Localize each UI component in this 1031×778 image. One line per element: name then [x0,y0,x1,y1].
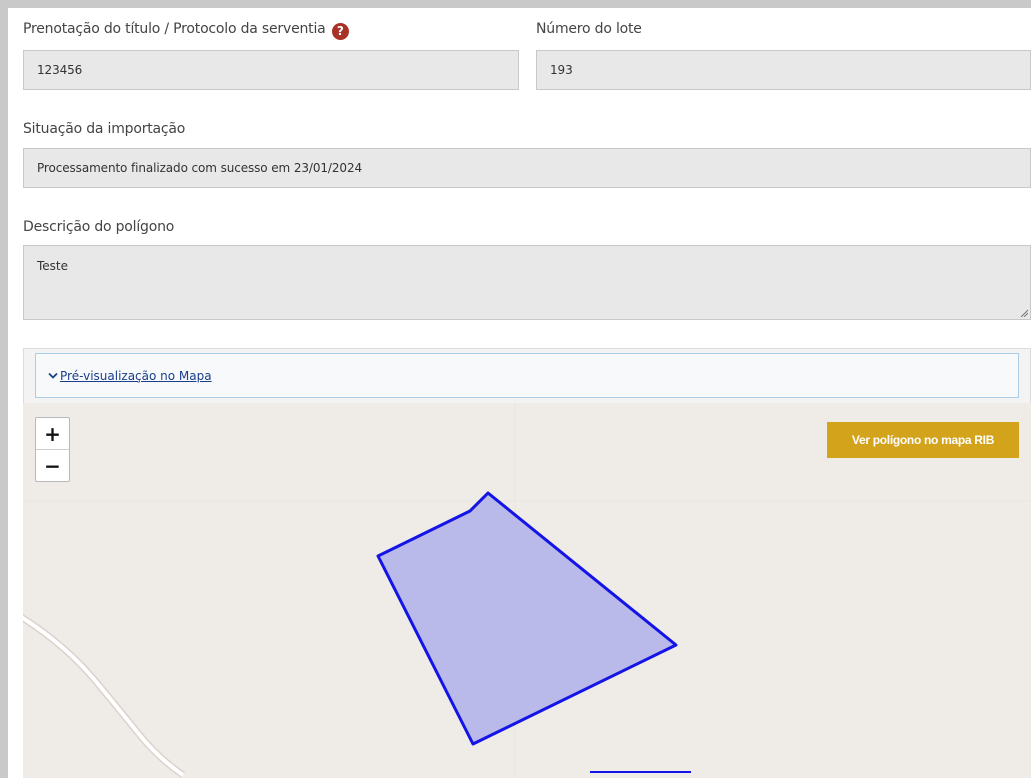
zoom-out-button[interactable]: − [36,450,69,481]
lot-value: 193 [550,63,573,77]
resize-grip-icon[interactable] [1020,309,1028,317]
view-polygon-rib-button[interactable]: Ver polígono no mapa RIB [827,422,1019,458]
question-circle-icon[interactable]: ? [331,23,349,40]
map-preview-toggle-label: Pré-visualização no Mapa [60,368,212,383]
lot-polygon[interactable] [376,491,678,746]
map-svg [23,403,1031,778]
zoom-control: + − [35,417,70,482]
status-value: Processamento finalizado com sucesso em … [37,161,363,175]
description-textarea[interactable]: Teste [23,245,1031,320]
zoom-in-button[interactable]: + [36,418,69,449]
chevron-down-icon [48,372,58,379]
protocol-field[interactable]: 123456 [23,50,519,90]
protocol-label: Prenotação do título / Protocolo da serv… [23,21,326,37]
lot-label: Número do lote [536,21,642,37]
status-label: Situação da importação [23,121,186,137]
lot-field[interactable]: 193 [536,50,1031,90]
description-label: Descrição do polígono [23,219,175,235]
protocol-value: 123456 [37,63,83,77]
map-preview-header: Pré-visualização no Mapa [35,353,1019,398]
map-canvas[interactable] [23,403,1031,778]
description-value: Teste [37,259,69,273]
map-preview-toggle[interactable]: Pré-visualização no Mapa [48,369,212,383]
road [23,614,185,778]
protocol-label-row: Prenotação do título / Protocolo da serv… [23,21,349,40]
status-field[interactable]: Processamento finalizado com sucesso em … [23,148,1031,188]
